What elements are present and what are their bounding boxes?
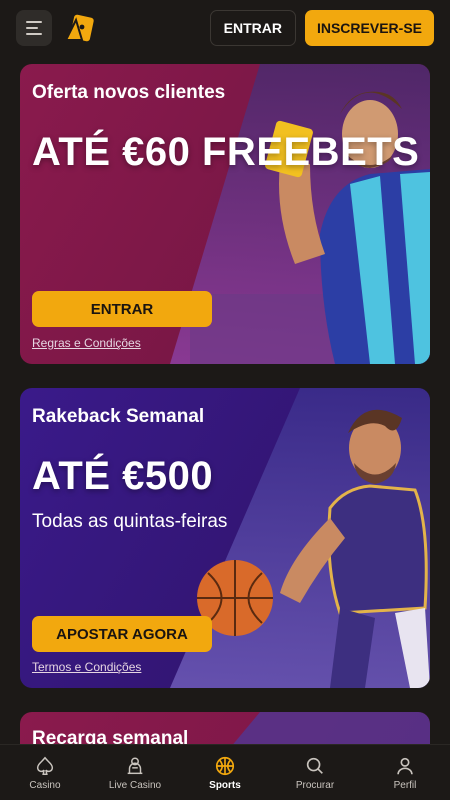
brand-logo[interactable] xyxy=(60,10,96,46)
promo-card-freebets[interactable]: Oferta novos clientes ATÉ €60 FREEBETS E… xyxy=(20,64,430,364)
nav-label: Sports xyxy=(209,779,241,791)
ball-icon xyxy=(215,756,235,775)
nav-label: Perfil xyxy=(393,779,417,791)
search-icon xyxy=(306,757,323,774)
nav-item-live-casino[interactable]: Live Casino xyxy=(90,745,180,800)
nav-item-search[interactable]: Procurar xyxy=(270,745,360,800)
menu-line xyxy=(26,27,38,29)
login-button[interactable]: ENTRAR xyxy=(209,10,296,46)
terms-link[interactable]: Termos e Condições xyxy=(32,660,141,674)
dealer-icon xyxy=(127,756,143,774)
top-header: ENTRAR INSCREVER-SE xyxy=(0,0,450,56)
signup-button[interactable]: INSCREVER-SE xyxy=(304,10,434,46)
promo-card-rakeback[interactable]: Rakeback Semanal ATÉ €500 Todas as quint… xyxy=(20,388,430,688)
promo-subtitle: Rakeback Semanal xyxy=(32,406,205,427)
promo-cta-button[interactable]: APOSTAR AGORA xyxy=(32,616,212,652)
menu-line xyxy=(26,21,42,23)
promo-cta-button[interactable]: ENTRAR xyxy=(32,291,212,327)
promo-content: Oferta novos clientes ATÉ €60 FREEBETS E… xyxy=(32,64,430,364)
nav-label: Procurar xyxy=(295,779,335,791)
nav-item-casino[interactable]: Casino xyxy=(0,745,90,800)
user-icon xyxy=(397,757,413,774)
bottom-nav: Casino Live Casino Sports Procurar Perfi… xyxy=(0,744,450,800)
nav-label: Live Casino xyxy=(108,779,162,791)
nav-item-profile[interactable]: Perfil xyxy=(360,745,450,800)
promo-subtitle: Oferta novos clientes xyxy=(32,82,226,103)
terms-link[interactable]: Regras e Condições xyxy=(32,336,141,350)
spade-icon xyxy=(36,756,54,775)
nav-label: Casino xyxy=(29,779,61,791)
nav-item-sports[interactable]: Sports xyxy=(180,745,270,800)
promo-content: Rakeback Semanal ATÉ €500 Todas as quint… xyxy=(32,388,430,688)
promo-description: Todas as quintas-feiras xyxy=(32,511,228,532)
promo-title: ATÉ €60 FREEBETS xyxy=(32,130,420,174)
promo-title: ATÉ €500 xyxy=(32,454,214,498)
menu-button[interactable] xyxy=(16,10,52,46)
menu-line xyxy=(26,33,42,35)
